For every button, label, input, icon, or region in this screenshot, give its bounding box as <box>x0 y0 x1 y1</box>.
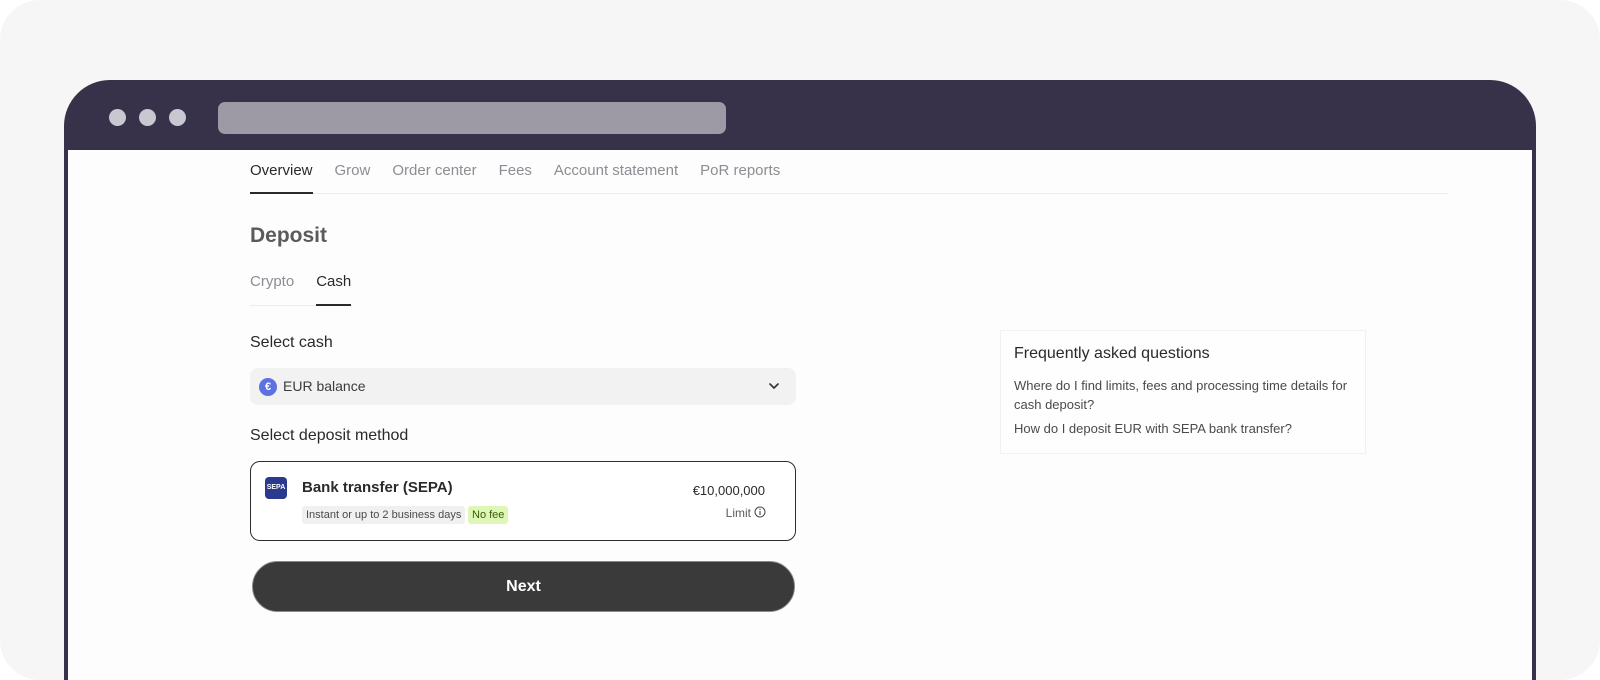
top-nav: Overview Grow Order center Fees Account … <box>250 150 1448 194</box>
faq-question-sepa[interactable]: How do I deposit EUR with SEPA bank tran… <box>1014 421 1359 436</box>
tab-fees[interactable]: Fees <box>499 150 532 194</box>
processing-time-badge: Instant or up to 2 business days <box>302 506 466 524</box>
window-dot-minimize[interactable] <box>139 109 156 126</box>
faq-question-limits[interactable]: Where do I find limits, fees and process… <box>1014 376 1359 414</box>
sepa-logo: SEPA <box>265 477 287 499</box>
euro-currency-icon: € <box>259 378 277 396</box>
tab-crypto[interactable]: Crypto <box>250 270 294 306</box>
info-icon[interactable] <box>754 506 766 518</box>
tab-cash[interactable]: Cash <box>316 270 352 306</box>
tab-account-statement[interactable]: Account statement <box>554 150 678 194</box>
select-cash-label: Select cash <box>250 334 333 351</box>
deposit-type-tabs: Crypto Cash <box>250 270 352 306</box>
tab-overview[interactable]: Overview <box>250 150 313 194</box>
tab-por-reports[interactable]: PoR reports <box>700 150 780 194</box>
cash-select-value: EUR balance <box>283 378 366 394</box>
cash-select-dropdown[interactable]: € EUR balance <box>250 368 796 405</box>
select-method-label: Select deposit method <box>250 427 409 444</box>
page-viewport: Overview Grow Order center Fees Account … <box>68 150 1532 680</box>
tab-grow[interactable]: Grow <box>335 150 371 194</box>
window-dot-close[interactable] <box>109 109 126 126</box>
tab-order-center[interactable]: Order center <box>392 150 476 194</box>
window-dot-maximize[interactable] <box>169 109 186 126</box>
page-title: Deposit <box>250 224 328 247</box>
faq-panel: Frequently asked questions Where do I fi… <box>1000 330 1366 454</box>
next-button[interactable]: Next <box>252 561 795 612</box>
limit-label: Limit <box>725 506 751 520</box>
deposit-method-sepa[interactable]: SEPA Bank transfer (SEPA) Instant or up … <box>250 461 796 541</box>
limit-amount: €10,000,000 <box>692 483 765 498</box>
fee-badge: No fee <box>468 506 509 524</box>
chevron-down-icon <box>769 383 779 389</box>
address-bar[interactable] <box>218 102 726 134</box>
faq-title: Frequently asked questions <box>1014 345 1210 362</box>
method-name: Bank transfer (SEPA) <box>302 479 453 496</box>
